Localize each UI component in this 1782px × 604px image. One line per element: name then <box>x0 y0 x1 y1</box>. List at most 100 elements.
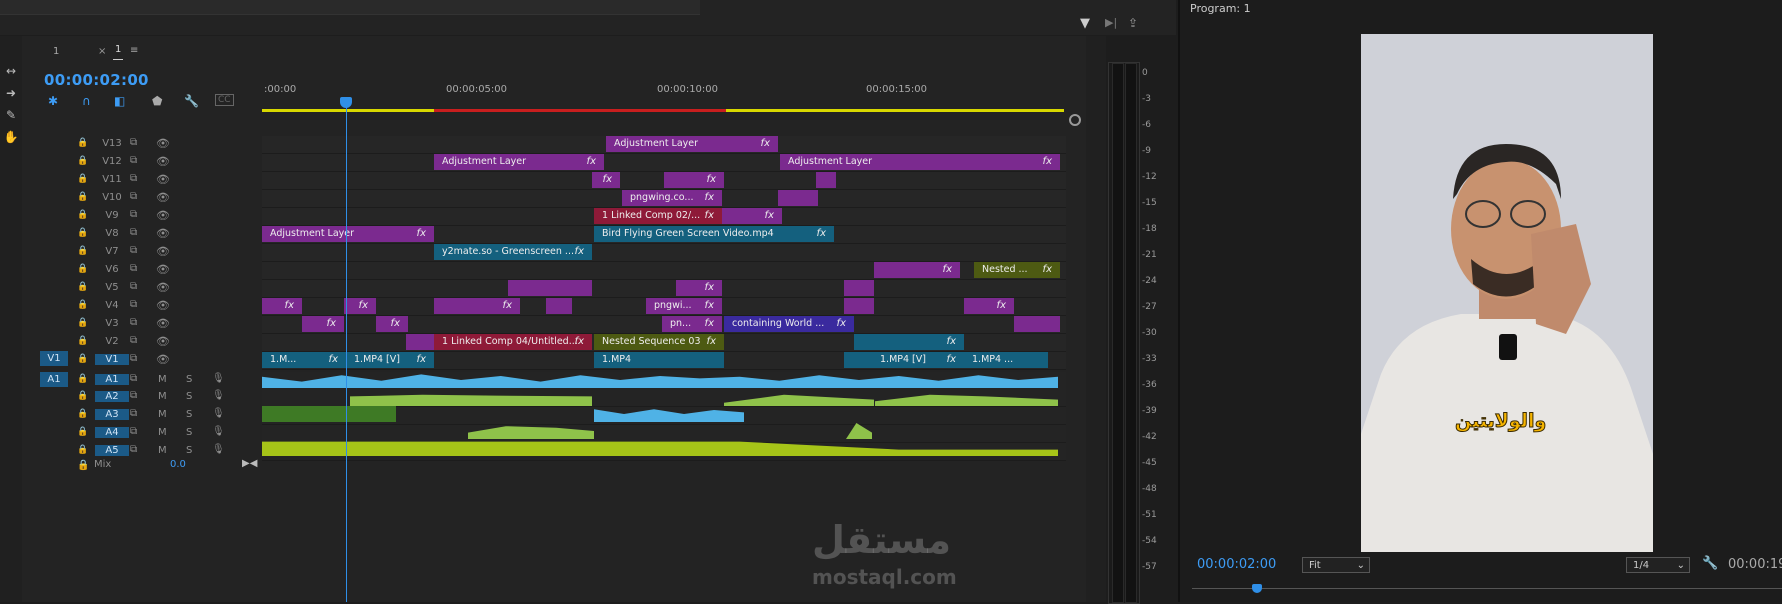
sync-lock-icon[interactable]: ⧉ <box>130 263 137 274</box>
track-label[interactable]: V3 <box>95 318 129 329</box>
lock-icon[interactable]: 🔒 <box>77 138 88 148</box>
sync-lock-icon[interactable]: ⧉ <box>130 444 137 455</box>
timeline-clip-v4[interactable]: fx <box>434 298 520 314</box>
timeline-clip-v11[interactable] <box>816 172 836 188</box>
track-select-icon[interactable]: ➜ <box>0 82 22 104</box>
timeline-clip-v3[interactable]: containing World ... fx <box>724 316 854 332</box>
sync-lock-icon[interactable]: ⧉ <box>130 227 137 238</box>
step-forward-icon[interactable]: ▶| <box>1105 16 1117 29</box>
track-label[interactable]: A2 <box>95 391 129 402</box>
eye-icon[interactable]: 👁 <box>156 191 170 204</box>
timeline-scrollbar[interactable] <box>1086 36 1106 602</box>
timeline-clip-v4[interactable] <box>546 298 572 314</box>
timeline-clip-v9[interactable]: 1 Linked Comp 02/... fx <box>594 208 722 224</box>
timeline-clip-v3[interactable]: pn... fx <box>662 316 722 332</box>
track-label[interactable]: V8 <box>95 228 129 239</box>
eye-icon[interactable]: 👁 <box>156 281 170 294</box>
timeline-clip-v13[interactable]: Adjustment Layer fx <box>606 136 778 152</box>
pen-tool-icon[interactable]: ✎ <box>0 104 22 126</box>
sync-lock-icon[interactable]: ⧉ <box>130 335 137 346</box>
eye-icon[interactable]: 👁 <box>156 335 170 348</box>
timeline-clip-v2[interactable]: 1 Linked Comp 04/Untitled... fx <box>434 334 592 350</box>
hand-tool-icon[interactable]: ✋ <box>0 126 22 148</box>
timeline-clip-v12[interactable]: Adjustment Layer fx <box>434 154 604 170</box>
add-marker-icon[interactable]: ⬟ <box>152 94 162 108</box>
lock-icon[interactable]: 🔒 <box>77 374 88 384</box>
lock-icon[interactable]: 🔒 <box>77 210 88 220</box>
time-ruler[interactable]: :00:00 00:00:05:00 00:00:10:00 00:00:15:… <box>262 78 1068 112</box>
sync-lock-icon[interactable]: ⧉ <box>130 299 137 310</box>
timeline-clip-v2[interactable]: Nested Sequence 03 fx <box>594 334 724 350</box>
track-label[interactable]: V4 <box>95 300 129 311</box>
track-label[interactable]: V10 <box>95 192 129 203</box>
settings-wrench-icon[interactable]: 🔧 <box>1702 556 1718 571</box>
sync-lock-icon[interactable]: ⧉ <box>130 155 137 166</box>
eye-icon[interactable]: 👁 <box>156 137 170 150</box>
timeline-clip-v3[interactable]: fx <box>376 316 408 332</box>
program-video-frame[interactable] <box>1361 34 1653 552</box>
eye-icon[interactable]: 👁 <box>156 299 170 312</box>
timeline-clip-v7[interactable]: y2mate.so - Greenscreen ... fx <box>434 244 592 260</box>
timeline-clip-v9[interactable]: fx <box>722 208 782 224</box>
sync-lock-icon[interactable]: ⧉ <box>130 173 137 184</box>
track-label[interactable]: V12 <box>95 156 129 167</box>
zoom-handle-icon[interactable] <box>1069 114 1081 126</box>
microphone-icon[interactable]: 🎙 <box>212 444 225 455</box>
microphone-icon[interactable]: 🎙 <box>212 373 225 384</box>
linked-selection-icon[interactable]: ◧ <box>114 94 125 108</box>
timeline-clip-v4[interactable]: fx <box>964 298 1014 314</box>
solo-button[interactable]: S <box>186 445 192 456</box>
track-label[interactable]: V1 <box>95 354 129 365</box>
timeline-timecode[interactable]: 00:00:02:00 <box>44 71 149 89</box>
timeline-clip-v1[interactable]: 1.MP4 [V] fx <box>872 352 964 368</box>
microphone-icon[interactable]: 🎙 <box>212 390 225 401</box>
timeline-clip-v4[interactable]: fx <box>344 298 376 314</box>
mute-button[interactable]: M <box>158 409 167 420</box>
lock-icon[interactable]: 🔒 <box>77 427 88 437</box>
solo-button[interactable]: S <box>186 409 192 420</box>
lock-icon[interactable]: 🔒 <box>77 264 88 274</box>
solo-button[interactable]: S <box>186 391 192 402</box>
track-label[interactable]: V6 <box>95 264 129 275</box>
timeline-clip-v2[interactable]: fx <box>854 334 964 350</box>
lock-icon[interactable]: 🔒 <box>77 391 88 401</box>
eye-icon[interactable]: 👁 <box>156 227 170 240</box>
track-label[interactable]: V2 <box>95 336 129 347</box>
lock-icon[interactable]: 🔒 <box>77 228 88 238</box>
track-label[interactable]: V11 <box>95 174 129 185</box>
solo-button[interactable]: S <box>186 427 192 438</box>
sync-lock-icon[interactable]: ⧉ <box>130 317 137 328</box>
timeline-clip-v2[interactable] <box>406 334 434 350</box>
nest-icon[interactable]: ✱ <box>48 94 58 108</box>
sync-lock-icon[interactable]: ⧉ <box>130 209 137 220</box>
track-label[interactable]: V7 <box>95 246 129 257</box>
close-tab-icon[interactable]: × <box>98 46 106 57</box>
timeline-clip-v5[interactable]: fx <box>676 280 722 296</box>
timeline-clip-v10[interactable]: pngwing.co... fx <box>622 190 722 206</box>
timeline-clip-v8[interactable]: Bird Flying Green Screen Video.mp4 fx <box>594 226 834 242</box>
mix-value[interactable]: 0.0 <box>170 459 186 470</box>
track-label[interactable]: V9 <box>95 210 129 221</box>
lock-icon[interactable]: 🔒 <box>77 174 88 184</box>
lock-icon[interactable]: 🔒 <box>77 460 89 471</box>
timeline-clip-v10[interactable] <box>778 190 818 206</box>
export-frame-icon[interactable]: ⇪ <box>1128 16 1138 30</box>
timeline-clip-v1[interactable]: 1.M... fx <box>262 352 346 368</box>
sync-lock-icon[interactable]: ⧉ <box>130 426 137 437</box>
sync-lock-icon[interactable]: ⧉ <box>130 353 137 364</box>
selection-tool-icon[interactable]: ↔ <box>0 60 22 82</box>
program-scrubber[interactable] <box>1192 588 1782 589</box>
timeline-clip-v1[interactable]: 1.MP4 ... <box>964 352 1048 368</box>
timeline-clip-v5[interactable] <box>508 280 592 296</box>
filter-icon[interactable]: ▼ <box>1080 16 1090 31</box>
lock-icon[interactable]: 🔒 <box>77 192 88 202</box>
video-lane[interactable] <box>262 280 1066 298</box>
eye-icon[interactable]: 👁 <box>156 245 170 258</box>
eye-icon[interactable]: 👁 <box>156 173 170 186</box>
mute-button[interactable]: M <box>158 427 167 438</box>
sync-lock-icon[interactable]: ⧉ <box>130 281 137 292</box>
eye-icon[interactable]: 👁 <box>156 317 170 330</box>
lock-icon[interactable]: 🔒 <box>77 282 88 292</box>
eye-icon[interactable]: 👁 <box>156 263 170 276</box>
video-lane[interactable] <box>262 244 1066 262</box>
